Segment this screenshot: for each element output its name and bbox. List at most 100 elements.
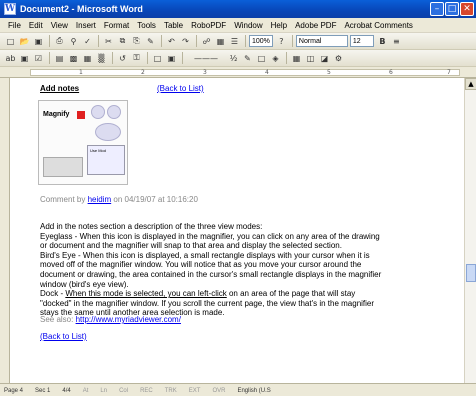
separator	[286, 52, 287, 64]
table-icon[interactable]: ▦	[214, 35, 227, 48]
menu-acrobat-comments[interactable]: Acrobat Comments	[344, 21, 412, 30]
list-box-icon[interactable]: ▤	[53, 52, 66, 65]
frame-icon[interactable]: ▣	[18, 52, 31, 65]
menu-tools[interactable]: Tools	[137, 21, 156, 30]
body-line: window (bird's eye view).	[40, 279, 129, 289]
bold-icon[interactable]: B	[376, 35, 389, 48]
spelling-icon[interactable]: ✓	[81, 35, 94, 48]
ruler-track[interactable]: 1 2 3 4 5 6 7	[30, 69, 460, 76]
thumbnail-circle	[95, 123, 121, 141]
style-select[interactable]: Normal	[295, 35, 348, 47]
format-painter-icon[interactable]: ✎	[144, 35, 157, 48]
separator	[49, 35, 50, 47]
status-at: At	[82, 388, 89, 394]
shading-icon[interactable]: ▒	[95, 52, 108, 65]
dock-line: Dock - When this mode is selected, you c…	[40, 289, 432, 299]
back-to-list-link-top[interactable]: (Back to List)	[157, 84, 204, 93]
comment-line: Comment by heidim on 04/19/07 at 10:16:2…	[40, 195, 198, 204]
print-icon[interactable]: ⎙	[53, 35, 66, 48]
open-icon[interactable]: 📂	[18, 35, 31, 48]
merge-cells-icon[interactable]: ◫	[304, 52, 317, 65]
separator	[196, 35, 197, 47]
comment-suffix: on 04/19/07 at 10:16:20	[113, 195, 198, 204]
menu-format[interactable]: Format	[104, 21, 129, 30]
status-ext[interactable]: EXT	[189, 388, 201, 394]
menu-view[interactable]: View	[51, 21, 68, 30]
paste-icon[interactable]: ⎘	[130, 35, 143, 48]
text-box-icon[interactable]: ab	[4, 52, 17, 65]
scroll-up-icon[interactable]: ▲	[465, 78, 476, 90]
print-preview-icon[interactable]: ⚲	[67, 35, 80, 48]
separator	[182, 52, 183, 64]
ruler-number: 6	[389, 69, 393, 76]
status-language[interactable]: English (U.S	[237, 388, 270, 394]
vertical-scrollbar[interactable]: ▲	[464, 78, 476, 395]
comment-prefix: Comment by	[40, 195, 86, 204]
body-line: document or drawing, the area contained …	[40, 269, 382, 279]
shading-color-icon[interactable]: ◈	[269, 52, 282, 65]
vertical-ruler[interactable]	[0, 78, 10, 395]
new-icon[interactable]: □	[4, 35, 17, 48]
font-size-select[interactable]: 12	[349, 35, 374, 47]
insert-table-icon[interactable]: ▦	[290, 52, 303, 65]
ruler-number: 4	[265, 69, 269, 76]
align-icon[interactable]: ≡	[390, 35, 403, 48]
zoom-select[interactable]: 100%	[249, 35, 273, 47]
line-weight-icon[interactable]: ½	[227, 52, 240, 65]
menu-bar: File Edit View Insert Format Tools Table…	[0, 18, 476, 33]
status-pages: 4/4	[62, 388, 71, 394]
see-also-prefix: See also:	[40, 315, 76, 324]
horizontal-ruler[interactable]: 1 2 3 4 5 6 7	[0, 67, 476, 78]
autoformat-icon[interactable]: ⚙	[332, 52, 345, 65]
distribute-icon[interactable]: ◪	[318, 52, 331, 65]
grid-icon[interactable]: ▦	[81, 52, 94, 65]
myriad-viewer-link[interactable]: http://www.myriadviewer.com/	[76, 315, 181, 324]
thumbnail-text	[43, 125, 91, 147]
insert-frame-icon[interactable]: ▣	[165, 52, 178, 65]
border-icon[interactable]: □	[151, 52, 164, 65]
dock-underlined: When this mode is selected, you can left…	[65, 289, 227, 299]
ruler-number: 3	[203, 69, 207, 76]
reset-icon[interactable]: ↺	[116, 52, 129, 65]
word-app-icon[interactable]: W	[4, 3, 16, 15]
status-ovr[interactable]: OVR	[212, 388, 225, 394]
magnify-screenshot-image: Magnify Use Mod	[38, 100, 128, 185]
menu-insert[interactable]: Insert	[76, 21, 96, 30]
close-button[interactable]: ✕	[460, 2, 474, 16]
lock-icon[interactable]: ⚿	[130, 52, 143, 65]
columns-icon[interactable]: ☰	[228, 35, 241, 48]
line-style-icon[interactable]: ———	[186, 52, 226, 65]
check-box-icon[interactable]: ☑	[32, 52, 45, 65]
menu-help[interactable]: Help	[271, 21, 287, 30]
menu-window[interactable]: Window	[234, 21, 262, 30]
menu-edit[interactable]: Edit	[29, 21, 43, 30]
back-to-list-link-bottom[interactable]: (Back to List)	[40, 332, 87, 341]
status-trk[interactable]: TRK	[165, 388, 177, 394]
minimize-button[interactable]: –	[430, 2, 444, 16]
save-icon[interactable]: ▣	[32, 35, 45, 48]
menu-adobe-pdf[interactable]: Adobe PDF	[295, 21, 336, 30]
heading-add-notes: Add notes	[40, 84, 80, 93]
standard-toolbar: □ 📂 ▣ ⎙ ⚲ ✓ ✂ ⧉ ⎘ ✎ ↶ ↷ ☍ ▦ ☰ 100% ? Nor…	[0, 33, 476, 50]
undo-icon[interactable]: ↶	[165, 35, 178, 48]
separator	[147, 52, 148, 64]
separator	[112, 52, 113, 64]
window-title: Document2 - Microsoft Word	[20, 4, 143, 14]
border-color-icon[interactable]: ✎	[241, 52, 254, 65]
menu-file[interactable]: File	[8, 21, 21, 30]
menu-robopdf[interactable]: RoboPDF	[191, 21, 226, 30]
redo-icon[interactable]: ↷	[179, 35, 192, 48]
scroll-thumb[interactable]	[466, 264, 476, 282]
cut-icon[interactable]: ✂	[102, 35, 115, 48]
combo-icon[interactable]: ▩	[67, 52, 80, 65]
copy-icon[interactable]: ⧉	[116, 35, 129, 48]
menu-table[interactable]: Table	[164, 21, 183, 30]
help-icon[interactable]: ?	[275, 35, 288, 48]
maximize-button[interactable]: □	[445, 2, 459, 16]
dock-rest: on an area of the page that will stay	[226, 289, 356, 299]
comment-user-link[interactable]: heidim	[88, 195, 112, 204]
outside-border-icon[interactable]: □	[255, 52, 268, 65]
hyperlink-icon[interactable]: ☍	[200, 35, 213, 48]
status-rec[interactable]: REC	[140, 388, 153, 394]
document-page[interactable]: Add notes (Back to List) Magnify Use Mod…	[10, 78, 464, 395]
